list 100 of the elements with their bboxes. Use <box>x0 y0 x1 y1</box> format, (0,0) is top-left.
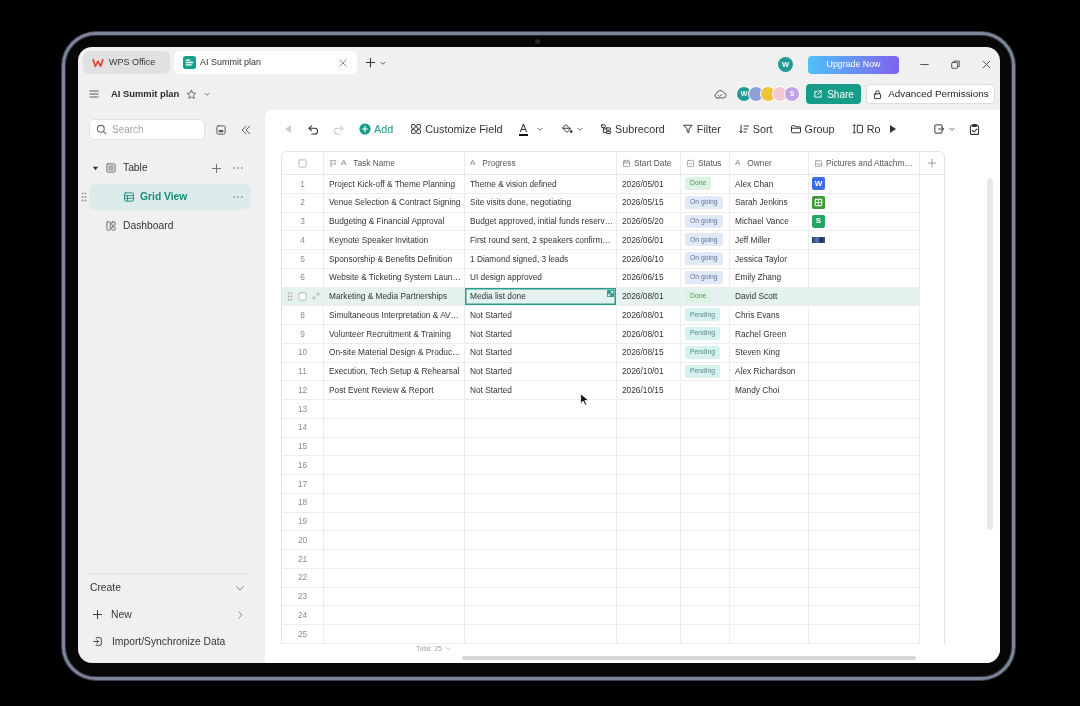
sidebar-item[interactable]: Dashboard <box>89 213 251 239</box>
owner-cell[interactable]: Alex Chan <box>730 175 809 194</box>
task-name-cell[interactable]: Sponsorship & Benefits Definition <box>324 250 465 269</box>
expand-icon[interactable] <box>312 292 320 301</box>
fill-color-button[interactable] <box>560 123 584 135</box>
table-row[interactable]: 21 <box>282 550 920 569</box>
camera-icon <box>535 39 540 44</box>
column-header[interactable]: Pictures and Attachm… <box>809 152 920 174</box>
restore-icon[interactable] <box>950 59 961 70</box>
table-row[interactable]: 25 <box>282 625 920 644</box>
list-icon <box>105 162 117 174</box>
owner-cell[interactable]: Steven King <box>730 343 809 363</box>
progress-cell[interactable]: 1 Diamond signed, 3 leads <box>465 250 617 269</box>
sidebar-item[interactable]: Grid View <box>89 184 251 210</box>
caret-icon[interactable] <box>444 645 452 653</box>
panel-icon[interactable] <box>215 123 227 136</box>
progress-cell[interactable]: Not Started <box>465 343 617 363</box>
column-header[interactable]: Start Date <box>617 152 681 174</box>
task-name-cell[interactable]: On-site Material Design & Produc… <box>324 343 465 363</box>
advanced-permissions-button[interactable]: Advanced Permissions <box>866 84 995 104</box>
owner-cell[interactable]: Sarah Jenkins <box>730 193 809 213</box>
checkbox[interactable] <box>298 158 307 168</box>
task-name-cell[interactable]: Website & Ticketing System Laun… <box>324 268 465 288</box>
date-cell[interactable]: 2026/05/01 <box>617 175 681 194</box>
checkbox[interactable] <box>298 291 307 301</box>
drag-handle-icon[interactable] <box>287 291 293 301</box>
file-thumbnail[interactable]: W <box>812 177 825 191</box>
filter-button[interactable]: Filter <box>681 120 721 138</box>
avatar-icon[interactable] <box>772 86 788 102</box>
hierarchy-icon <box>599 123 612 135</box>
column-header[interactable]: Status <box>681 152 730 174</box>
browser-tab[interactable]: AI Summit plan <box>174 51 357 74</box>
spreadsheet-file-icon[interactable] <box>812 196 825 210</box>
table-row[interactable]: 20 <box>282 531 920 550</box>
close-icon[interactable] <box>981 59 992 70</box>
menu-item[interactable]: Import/Synchronize Data <box>85 628 250 655</box>
grid-icon <box>123 191 135 203</box>
progress-cell[interactable]: Not Started <box>465 325 617 344</box>
date-cell[interactable]: 2026/05/15 <box>617 193 681 213</box>
clipboard-check-icon[interactable] <box>968 122 981 136</box>
text-color-button[interactable]: A <box>518 122 544 136</box>
date-cell[interactable]: 2026/06/10 <box>617 250 681 269</box>
progress-cell[interactable]: Theme & vision defined <box>465 175 617 194</box>
toolbar-button[interactable]: Ro <box>851 120 881 138</box>
owner-cell[interactable]: Rachel Green <box>730 325 809 344</box>
column-header[interactable]: A Progress <box>465 152 617 174</box>
plus-circle-icon <box>359 123 371 135</box>
menu-icon[interactable] <box>88 88 100 100</box>
date-cell[interactable]: 2026/08/01 <box>617 325 681 344</box>
triangle-right-icon[interactable] <box>890 125 897 133</box>
progress-cell[interactable]: Site visits done, negotiating <box>465 193 617 213</box>
table-row[interactable]: 16 <box>282 456 920 475</box>
owner-cell[interactable]: Jessica Taylor <box>730 250 809 269</box>
photo-placeholder[interactable] <box>812 237 825 244</box>
table-row[interactable]: 24 <box>282 606 920 625</box>
expand-caret-icon[interactable] <box>92 164 99 172</box>
horizontal-scrollbar[interactable] <box>462 655 916 660</box>
export-button[interactable] <box>933 123 956 135</box>
row-number: 1 <box>282 175 324 194</box>
import-icon <box>92 636 103 647</box>
customize-field-button[interactable]: Customize Field <box>410 120 503 138</box>
row-number: 22 <box>282 568 324 588</box>
subrecord-button[interactable]: Subrecord <box>599 120 665 138</box>
table-row[interactable]: 12 Post Event Review & Report Not Started 2026/10/15 Mandy Choi <box>282 381 920 400</box>
sidebar-item[interactable]: Table <box>89 155 251 181</box>
column-header[interactable]: A Task Name <box>324 152 465 174</box>
date-cell[interactable]: 2026/06/15 <box>617 268 681 288</box>
table-row[interactable]: 13 <box>282 400 920 419</box>
sort-button[interactable]: Sort <box>737 120 773 138</box>
task-name-cell[interactable]: Project Kick-off & Theme Planning <box>324 175 465 194</box>
progress-cell[interactable]: Media list done <box>465 287 617 307</box>
date-cell[interactable]: 2026/08/15 <box>617 343 681 363</box>
logo-icon <box>92 56 104 69</box>
expand-cell-icon[interactable] <box>607 289 614 297</box>
cloud-icon[interactable] <box>713 87 727 101</box>
task-name-cell[interactable]: Volunteer Recruitment & Training <box>324 325 465 344</box>
grid-icon <box>410 123 423 135</box>
plus-icon[interactable] <box>365 57 376 68</box>
table-row[interactable]: 17 <box>282 475 920 494</box>
group-button[interactable]: Group <box>789 120 835 138</box>
section-header[interactable]: Create <box>85 574 250 601</box>
column-header[interactable]: A Owner <box>730 152 809 174</box>
task-name-cell[interactable]: Venue Selection & Contract Signing <box>324 193 465 213</box>
progress-cell[interactable]: UI design approved <box>465 268 617 288</box>
avatar-icon[interactable] <box>760 86 776 102</box>
mouse-pointer-icon <box>580 393 589 406</box>
search-field[interactable]: Search <box>89 119 205 140</box>
caret-icon[interactable] <box>203 90 212 98</box>
undo-icon[interactable] <box>307 122 320 136</box>
menu-item[interactable]: New <box>85 601 250 628</box>
owner-cell[interactable]: Emily Zhang <box>730 268 809 288</box>
star-icon[interactable] <box>186 88 198 100</box>
drag-handle-icon[interactable] <box>80 192 87 202</box>
add-button[interactable]: Add <box>359 120 394 138</box>
avatar-icon[interactable] <box>748 86 764 102</box>
double-chevron-left-icon[interactable] <box>240 123 252 136</box>
upgrade-button[interactable]: Upgrade Now <box>808 55 899 74</box>
browser-tab[interactable]: WPS Office <box>83 51 170 74</box>
close-icon[interactable] <box>338 57 348 68</box>
document-icon <box>183 56 196 69</box>
